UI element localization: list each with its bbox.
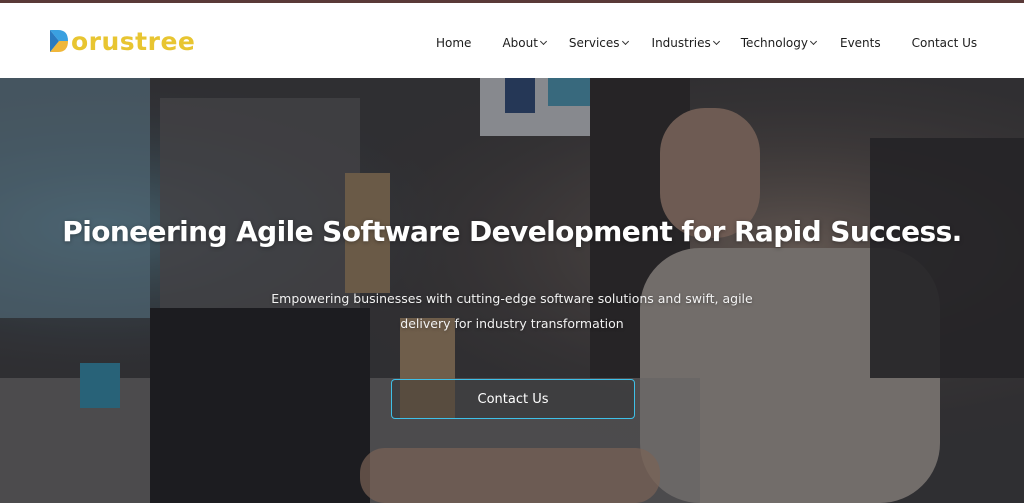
chevron-down-icon: [809, 37, 818, 46]
brand-name: orustree: [71, 26, 196, 56]
hero-section: Pioneering Agile Software Development fo…: [0, 78, 1024, 503]
chevron-down-icon: [621, 37, 629, 46]
chevron-down-icon: [539, 37, 547, 46]
nav-services-label: Services: [568, 36, 620, 50]
main-nav: Home About Services Industries Technolog…: [436, 33, 977, 53]
hero-contact-us-button[interactable]: Contact Us: [391, 379, 635, 419]
nav-industries-label: Industries: [651, 36, 711, 50]
nav-about-label: About: [502, 36, 538, 50]
nav-contact-us-label: Contact Us: [911, 36, 978, 50]
nav-about[interactable]: About: [502, 36, 547, 50]
hero-contact-us-label: Contact Us: [477, 391, 549, 407]
nav-contact-us[interactable]: Contact Us: [912, 36, 978, 50]
nav-technology[interactable]: Technology: [740, 36, 818, 50]
nav-industries[interactable]: Industries: [651, 36, 720, 50]
logo-mark-icon: [50, 30, 68, 52]
nav-home-label: Home: [436, 36, 472, 50]
hero-subtitle: Empowering businesses with cutting-edge …: [271, 291, 753, 331]
nav-services[interactable]: Services: [568, 36, 629, 50]
site-header: orustree Home About Services Industries …: [0, 3, 1024, 78]
nav-home[interactable]: Home: [436, 36, 471, 50]
nav-technology-label: Technology: [740, 36, 808, 50]
hero-title: Pioneering Agile Software Development fo…: [62, 215, 962, 248]
chevron-down-icon: [712, 37, 720, 46]
brand-logo[interactable]: orustree: [48, 25, 195, 57]
nav-events[interactable]: Events: [840, 36, 881, 50]
nav-events-label: Events: [839, 36, 881, 50]
